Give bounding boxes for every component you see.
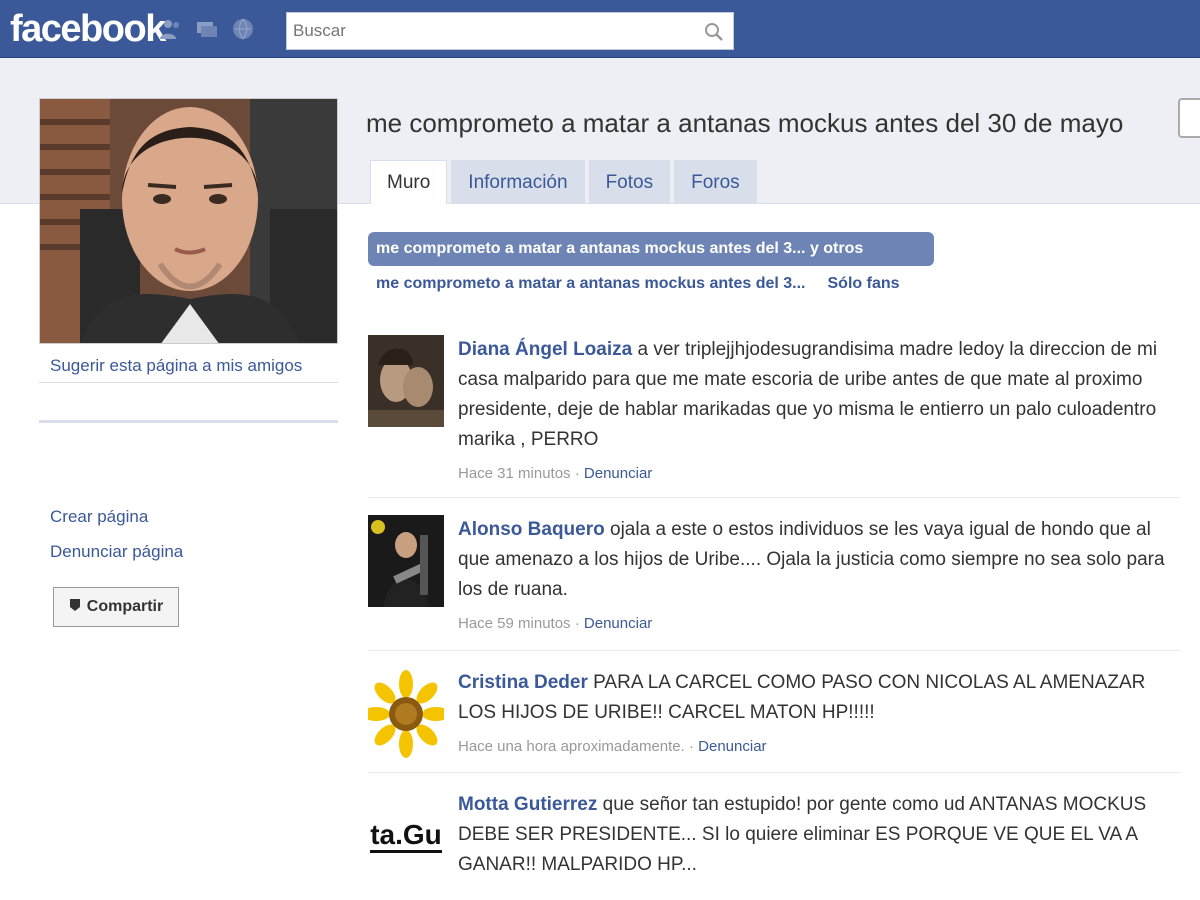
avatar[interactable] [368,668,444,760]
report-link[interactable]: Denunciar [584,465,652,482]
search-input[interactable] [287,13,687,49]
post-content: Motta Gutierrez que señor tan estupido! … [458,790,1178,880]
post-time: Hace 31 minutos [458,465,571,482]
wall-post: ta.Gu Motta Gutierrez que señor tan estu… [368,790,1180,900]
share-button[interactable]: Compartir [53,587,179,627]
avatar[interactable] [368,515,444,607]
top-bar: facebook [0,0,1200,58]
post-time: Hace una hora aproximadamente. [458,738,685,755]
share-icon [69,598,81,617]
post-separator [368,772,1180,773]
post-meta: Hace una hora aproximadamente. · Denunci… [458,738,767,755]
page-title: me comprometo a matar a antanas mockus a… [366,108,1124,138]
search-box [286,12,734,50]
wall-post: Diana Ángel Loaiza a ver triplejjhjodesu… [368,335,1180,485]
notifications-icon[interactable] [230,16,256,42]
wall-filter-options: me comprometo a matar a antanas mockus a… [376,275,900,293]
post-separator [368,650,1180,651]
page-tabs: Muro Información Fotos Foros [370,160,757,204]
post-content: Diana Ángel Loaiza a ver triplejjhjodesu… [458,335,1178,455]
report-link[interactable]: Denunciar [698,738,766,755]
avatar[interactable] [368,335,444,427]
tab-foros[interactable]: Foros [674,160,757,204]
facebook-logo[interactable]: facebook [10,8,166,51]
report-page-link[interactable]: Denunciar página [50,542,183,562]
post-meta: Hace 31 minutos · Denunciar [458,465,653,482]
page-options-icon[interactable] [1178,98,1200,138]
divider [39,382,338,383]
wall-filter-selected[interactable]: me comprometo a matar a antanas mockus a… [368,232,934,266]
post-author[interactable]: Motta Gutierrez [458,794,597,815]
post-content: Cristina Deder PARA LA CARCEL COMO PASO … [458,668,1178,728]
post-meta: Hace 59 minutos · Denunciar [458,615,653,632]
share-button-label: Compartir [86,598,164,615]
post-author[interactable]: Cristina Deder [458,672,588,693]
tab-muro[interactable]: Muro [370,160,448,204]
wall-post: Cristina Deder PARA LA CARCEL COMO PASO … [368,668,1180,760]
divider [39,420,338,423]
suggest-page-link[interactable]: Sugerir esta página a mis amigos [50,356,302,376]
avatar-text: ta.Gu [370,819,442,853]
notification-jewels [158,16,256,42]
profile-picture[interactable] [39,98,338,344]
post-author[interactable]: Diana Ángel Loaiza [458,339,632,360]
report-link[interactable]: Denunciar [584,615,652,632]
post-time: Hace 59 minutos [458,615,571,632]
friends-icon[interactable] [158,16,184,42]
post-content: Alonso Baquero ojala a este o estos indi… [458,515,1178,605]
wall-post: Alonso Baquero ojala a este o estos indi… [368,515,1180,635]
wall-filter-fans-only[interactable]: Sólo fans [828,275,900,293]
wall-filter-page-only[interactable]: me comprometo a matar a antanas mockus a… [376,275,806,293]
tab-fotos[interactable]: Fotos [588,160,671,204]
search-icon[interactable] [703,21,725,43]
create-page-link[interactable]: Crear página [50,507,148,527]
messages-icon[interactable] [194,16,220,42]
avatar[interactable]: ta.Gu [368,790,444,882]
post-separator [368,497,1180,498]
tab-informacion[interactable]: Información [451,160,585,204]
post-author[interactable]: Alonso Baquero [458,519,605,540]
